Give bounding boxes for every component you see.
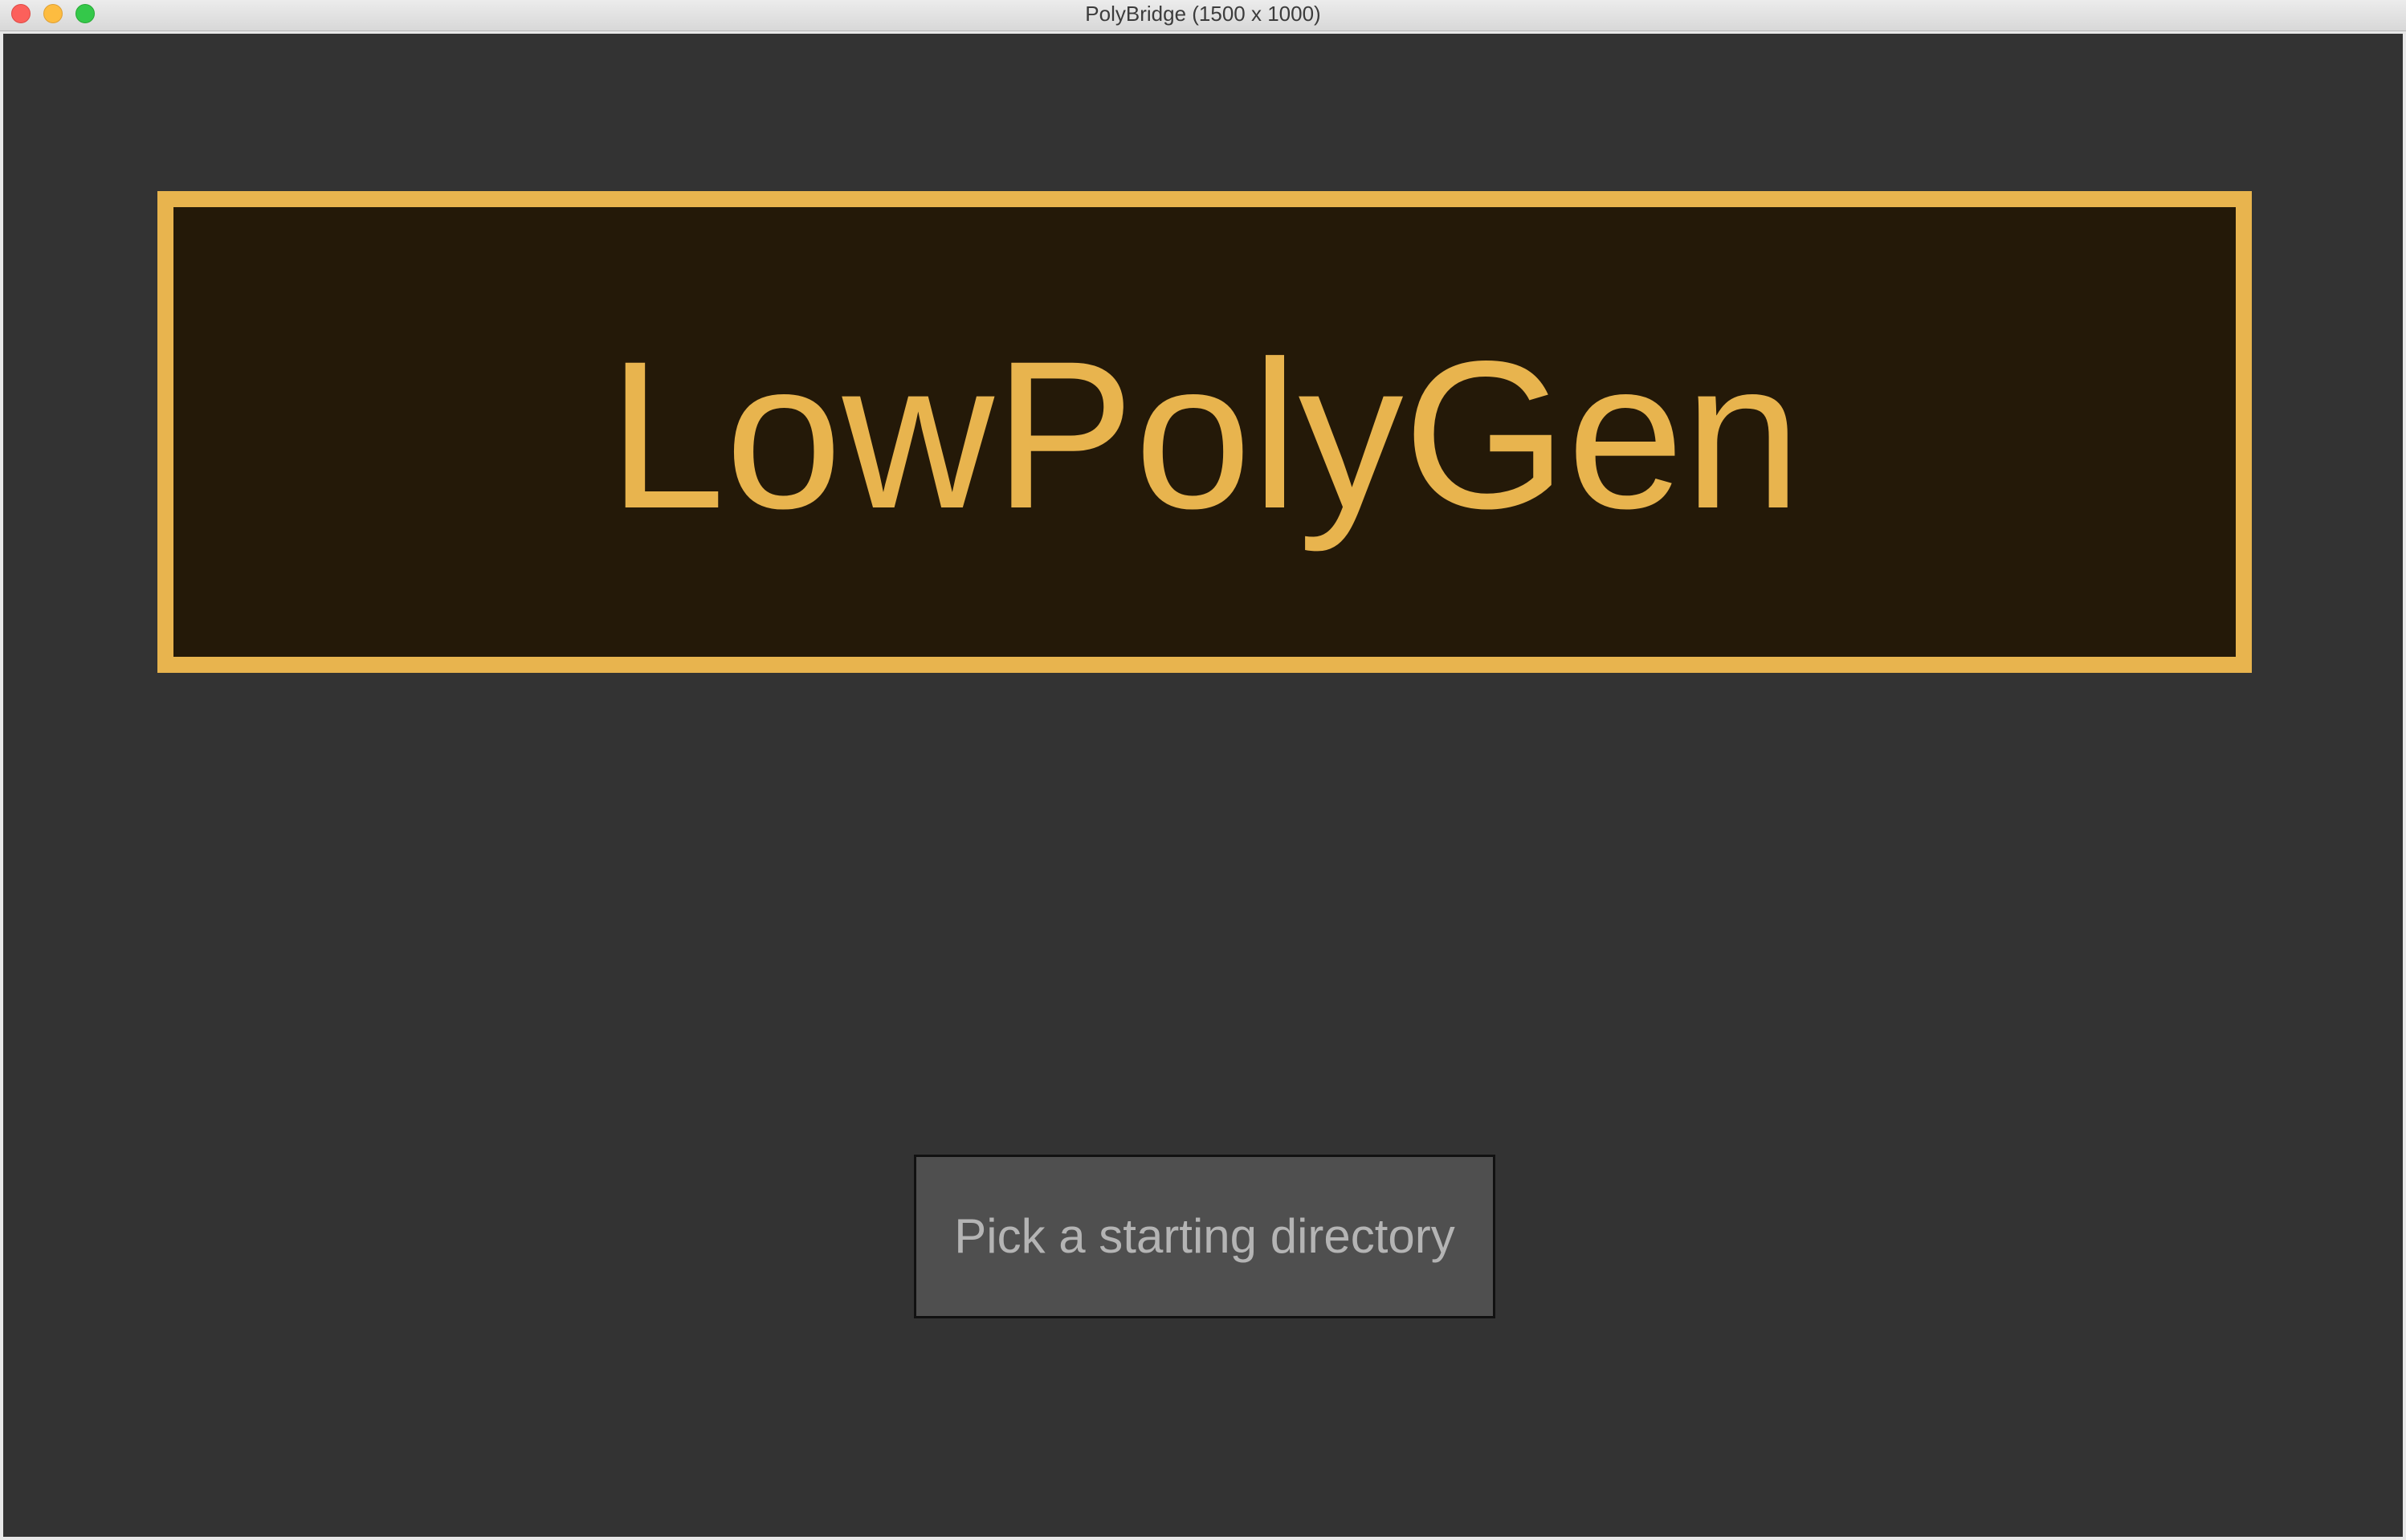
app-window: PolyBridge (1500 x 1000) LowPolyGen Pick…: [0, 0, 2406, 1540]
window-titlebar[interactable]: PolyBridge (1500 x 1000): [0, 0, 2406, 31]
app-canvas: LowPolyGen Pick a starting directory: [3, 34, 2403, 1537]
pick-directory-button[interactable]: Pick a starting directory: [914, 1155, 1495, 1318]
window-title: PolyBridge (1500 x 1000): [1085, 2, 1321, 26]
app-title: LowPolyGen: [608, 317, 1801, 552]
pick-directory-label: Pick a starting directory: [954, 1209, 1455, 1263]
title-banner: LowPolyGen: [157, 191, 2252, 673]
